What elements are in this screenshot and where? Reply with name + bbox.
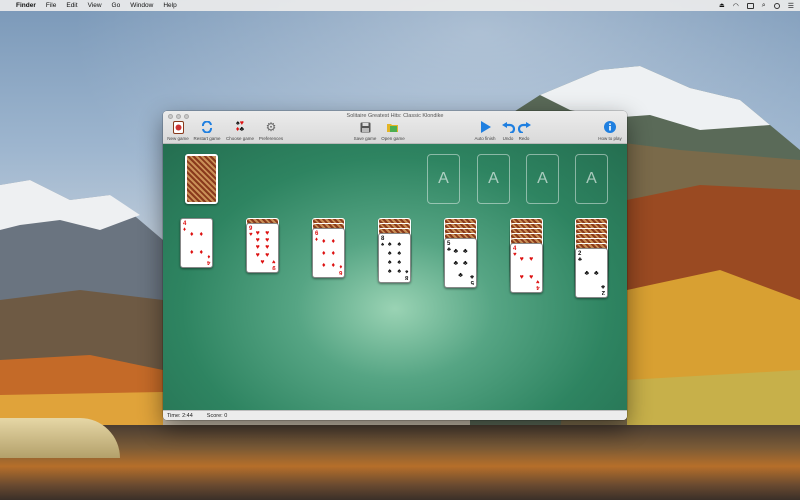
search-icon[interactable]: ⌕: [762, 2, 766, 10]
notifications-icon[interactable]: ☰: [788, 2, 794, 10]
save-game-button[interactable]: Save game: [350, 120, 380, 141]
status-bar: Time: 2:44 Score: 0: [163, 410, 627, 420]
open-game-button[interactable]: Open game: [378, 120, 408, 141]
gear-icon: ⚙: [265, 120, 277, 134]
foundation-2[interactable]: A: [477, 154, 510, 204]
new-game-icon: [171, 120, 185, 134]
tableau-card[interactable]: 2 ♣ 2 ♣ ♣ ♣: [575, 248, 608, 298]
redo-arrow-icon: [517, 120, 531, 134]
card-rank-label: 8 ♠: [404, 268, 408, 280]
play-icon: [478, 120, 492, 134]
shore: [0, 418, 120, 458]
card-rank-label: 4 ♥: [536, 278, 540, 290]
card-pips: ♥ ♥ ♥ ♥ ♥ ♥ ♥ ♥ ♥: [255, 230, 270, 266]
foundation-4[interactable]: A: [575, 154, 608, 204]
siri-icon[interactable]: [773, 2, 780, 9]
card-pips: ♥ ♥ ♥ ♥: [519, 255, 534, 281]
tableau-card[interactable]: 6 ♦ 6 ♦ ♦ ♦ ♦ ♦ ♦ ♦: [312, 228, 345, 278]
menu-bar: Finder File Edit View Go Window Help ⏏ ◠…: [0, 0, 800, 11]
preferences-button[interactable]: ⚙ Preferences: [256, 120, 286, 141]
card-rank-label: 6 ♦: [315, 231, 319, 243]
tableau-card[interactable]: 5 ♣ 5 ♣ ♣ ♣ ♣ ♣ ♣: [444, 238, 477, 288]
card-pips: ♠ ♠ ♠ ♠ ♠ ♠ ♠ ♠: [387, 241, 402, 275]
info-icon: [603, 120, 617, 134]
window-title: Solitaire Greatest Hits: Classic Klondik…: [346, 113, 444, 119]
tableau-card[interactable]: 4 ♦ 4 ♦ ♦ ♦ ♦ ♦: [180, 218, 213, 268]
menu-help[interactable]: Help: [163, 2, 176, 9]
status-icons: ⏏ ◠ ⌕ ☰: [719, 2, 794, 10]
tableau-card[interactable]: 8 ♠ 8 ♠ ♠ ♠ ♠ ♠ ♠ ♠ ♠ ♠: [378, 233, 411, 283]
wifi-icon[interactable]: ◠: [733, 2, 739, 10]
menu-file[interactable]: File: [46, 2, 56, 9]
menu-window[interactable]: Window: [130, 2, 153, 9]
card-rank-label: 8 ♠: [381, 236, 385, 248]
card-pips: ♦ ♦ ♦ ♦ ♦ ♦: [321, 237, 336, 269]
tableau-card[interactable]: 9 ♥ 9 ♥ ♥ ♥ ♥ ♥ ♥ ♥ ♥ ♥ ♥: [246, 223, 279, 273]
new-game-button[interactable]: New game: [163, 120, 193, 141]
redo-button[interactable]: Redo: [509, 120, 539, 141]
game-table: A A A A 4 ♦ 4 ♦ ♦ ♦ ♦ ♦ 9 ♥ 9 ♥ ♥ ♥ ♥ ♥ ♥ ♥ ♥ ♥ ♥ 6 ♦ 6 ♦ ♦ ♦ ♦ ♦ ♦ ♦ 8…: [163, 144, 627, 410]
menu-go[interactable]: Go: [112, 2, 121, 9]
how-to-play-button[interactable]: How to play: [595, 120, 625, 141]
folder-icon: [386, 120, 400, 134]
menu-view[interactable]: View: [88, 2, 102, 9]
toolbar: Solitaire Greatest Hits: Classic Klondik…: [163, 111, 627, 144]
solitaire-window: Solitaire Greatest Hits: Classic Klondik…: [163, 111, 627, 420]
time-display: Time: 2:44: [167, 412, 193, 419]
stock-pile[interactable]: [185, 154, 218, 204]
score-display: Score: 0: [206, 412, 228, 419]
battery-icon[interactable]: [746, 2, 754, 9]
card-rank-label: 5 ♣: [470, 273, 474, 285]
card-rank-label: 2 ♣: [601, 283, 605, 295]
card-rank-label: 4 ♦: [206, 253, 210, 265]
eject-icon[interactable]: ⏏: [719, 2, 725, 9]
card-pips: ♣ ♣: [584, 269, 599, 277]
card-rank-label: 9 ♥: [272, 258, 276, 270]
restart-icon: [200, 120, 214, 134]
foundation-1[interactable]: A: [427, 154, 460, 204]
tableau-card[interactable]: 4 ♥ 4 ♥ ♥ ♥ ♥ ♥: [510, 243, 543, 293]
card-rank-label: 6 ♦: [338, 263, 342, 275]
lake: [0, 425, 800, 500]
card-rank-label: 4 ♦: [183, 221, 187, 233]
choose-game-button[interactable]: ♠♥ ♦♣ Choose game: [225, 120, 255, 141]
restart-game-button[interactable]: Restart game: [192, 120, 222, 141]
card-suits-icon: ♠♥ ♦♣: [235, 120, 245, 133]
card-pips: ♦ ♦ ♦ ♦: [189, 230, 204, 256]
menu-finder[interactable]: Finder: [16, 2, 36, 9]
foundation-3[interactable]: A: [526, 154, 559, 204]
card-pips: ♣ ♣ ♣ ♣ ♣: [453, 247, 468, 279]
floppy-disk-icon: [358, 120, 372, 134]
menu-edit[interactable]: Edit: [66, 2, 77, 9]
